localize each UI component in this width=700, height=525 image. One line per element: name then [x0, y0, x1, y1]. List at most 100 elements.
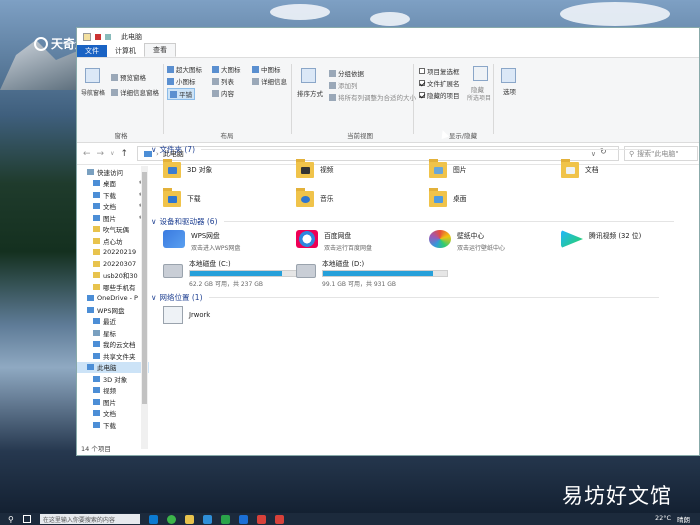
sidebar-item[interactable]: usb20和30 — [77, 270, 149, 282]
sidebar-item[interactable]: 3D 对象 — [77, 373, 149, 385]
sidebar-item[interactable]: 此电脑 — [77, 361, 149, 373]
sidebar-item[interactable]: 下载✱ — [77, 189, 149, 201]
layout-tiles[interactable]: 平铺 — [167, 88, 195, 100]
sidebar-scrollbar[interactable] — [141, 166, 148, 449]
quick-access-folder-icon[interactable] — [83, 32, 91, 41]
layout-details[interactable]: 详细信息 — [252, 76, 287, 86]
quick-access-new-folder-icon[interactable] — [105, 33, 111, 40]
sidebar-item-label: 文档 — [103, 203, 116, 212]
weather-temperature[interactable]: 22°C — [655, 514, 671, 524]
folder-icon — [163, 187, 181, 209]
network-location-jrwork[interactable]: Jrwork — [163, 306, 210, 324]
watermark-text: 易坊好文馆 — [562, 484, 672, 508]
app-icon[interactable] — [238, 514, 248, 524]
section-network[interactable]: ∨ 网络位置 (1) — [151, 292, 659, 303]
folder-pictures[interactable]: 图片 — [429, 158, 467, 180]
sidebar-item[interactable]: 视频 — [77, 385, 149, 397]
app-icon[interactable] — [274, 514, 284, 524]
sidebar-item[interactable]: 20220219 — [77, 247, 149, 259]
sort-by-button[interactable]: 排序方式 — [297, 88, 323, 98]
folder-3d-objects[interactable]: 3D 对象 — [163, 158, 212, 180]
item-checkboxes-toggle[interactable]: 项目复选框 — [419, 66, 460, 76]
ribbon-tabs: 文件 计算机 查看 — [77, 43, 699, 58]
forward-arrow-icon[interactable]: → — [97, 149, 105, 159]
sidebar-item[interactable]: 我的云文档 — [77, 339, 149, 351]
weather-status[interactable]: 晴朗 — [677, 514, 690, 524]
app-icon[interactable] — [202, 514, 212, 524]
add-columns-icon — [329, 81, 336, 89]
tab-view[interactable]: 查看 — [144, 43, 176, 57]
sidebar-item[interactable]: 哪些手机有 — [77, 281, 149, 293]
device-wallpaper-center[interactable]: 壁纸中心 双击运行壁纸中心 — [429, 230, 505, 252]
up-arrow-icon[interactable]: ↑ — [121, 149, 129, 159]
folder-music[interactable]: 音乐 — [296, 187, 334, 209]
layout-list[interactable]: 列表 — [212, 76, 234, 86]
file-extensions-toggle[interactable]: 文件扩展名 — [419, 78, 460, 88]
section-devices[interactable]: ∨ 设备和驱动器 (6) — [151, 216, 674, 227]
file-explorer-icon[interactable] — [184, 514, 194, 524]
sidebar-item[interactable]: 星标 — [77, 327, 149, 339]
scrollbar-thumb[interactable] — [142, 172, 147, 404]
sidebar-item[interactable]: 吹气玩偶 — [77, 224, 149, 236]
layout-small-icons[interactable]: 小图标 — [167, 76, 196, 86]
folder-label: 桌面 — [453, 195, 467, 203]
task-view-icon[interactable] — [22, 515, 31, 523]
sort-by-icon[interactable] — [301, 68, 316, 83]
sidebar-item[interactable]: 20220307 — [77, 258, 149, 270]
sidebar-item[interactable]: 快速访问 — [77, 166, 149, 178]
recent-locations-chevron-icon[interactable]: ∨ — [110, 150, 114, 157]
layout-medium-icons[interactable]: 中图标 — [252, 64, 281, 74]
tab-computer[interactable]: 计算机 — [107, 45, 144, 57]
quick-access-properties-icon[interactable] — [95, 33, 101, 40]
navigation-pane-button[interactable]: 导航窗格 — [81, 88, 105, 97]
tiles-icon — [170, 90, 177, 98]
folder-desktop[interactable]: 桌面 — [429, 187, 467, 209]
layout-extra-large-icons[interactable]: 超大图标 — [167, 64, 202, 74]
taskbar-search[interactable]: 在这里输入你要搜索的内容 — [39, 514, 140, 524]
add-columns-button[interactable]: 添加列 — [329, 80, 358, 90]
sidebar-item[interactable]: WPS网盘 — [77, 304, 149, 316]
wps-cloud-icon — [163, 230, 185, 248]
wechat-icon[interactable] — [220, 514, 230, 524]
tab-file[interactable]: 文件 — [77, 45, 107, 57]
wps-icon[interactable] — [256, 514, 266, 524]
device-wps-cloud[interactable]: WPS网盘 双击进入WPS网盘 — [163, 230, 240, 252]
folder-videos[interactable]: 视频 — [296, 158, 334, 180]
sidebar-item[interactable]: 最近 — [77, 316, 149, 328]
details-pane-button[interactable]: 详细信息窗格 — [111, 87, 159, 97]
folder-downloads[interactable]: 下载 — [163, 187, 201, 209]
sidebar-item[interactable]: 共享文件夹 — [77, 350, 149, 362]
edge-icon[interactable] — [148, 514, 158, 524]
navigation-pane-icon[interactable] — [85, 68, 100, 83]
hidden-items-checkbox[interactable] — [419, 92, 425, 98]
sidebar-item[interactable]: 图片✱ — [77, 212, 149, 224]
section-folders[interactable]: ∨ 文件夹 (7) — [151, 144, 652, 155]
sidebar-item[interactable]: 图片 — [77, 396, 149, 408]
preview-pane-button[interactable]: 预览窗格 — [111, 72, 146, 82]
back-arrow-icon[interactable]: ← — [83, 149, 91, 159]
drive-c[interactable]: 本地磁盘 (C:) 62.2 GB 可用，共 237 GB — [163, 258, 315, 288]
sidebar-item[interactable]: 桌面✱ — [77, 178, 149, 190]
layout-content[interactable]: 内容 — [212, 88, 234, 98]
layout-large-icons[interactable]: 大图标 — [212, 64, 241, 74]
device-tencent-video[interactable]: 腾讯视频 (32 位) — [561, 230, 641, 248]
browser-icon[interactable] — [166, 514, 176, 524]
options-button[interactable]: 选项 — [503, 86, 516, 96]
drive-d[interactable]: 本地磁盘 (D:) 99.1 GB 可用，共 931 GB — [296, 258, 448, 288]
device-description: 双击进入WPS网盘 — [191, 245, 241, 252]
file-extensions-checkbox[interactable] — [419, 80, 425, 86]
options-icon[interactable] — [501, 68, 516, 83]
sidebar-item[interactable]: 点心坊 — [77, 235, 149, 247]
device-baidu-netdisk[interactable]: 百度网盘 双击运行百度网盘 — [296, 230, 372, 252]
fit-columns-button[interactable]: 将所有列调整为合适的大小 — [329, 92, 416, 102]
group-by-button[interactable]: 分组依据 — [329, 68, 364, 78]
hidden-items-toggle[interactable]: 隐藏的项目 — [419, 90, 460, 100]
item-checkboxes-checkbox[interactable] — [419, 68, 425, 74]
folder-documents[interactable]: 文档 — [561, 158, 599, 180]
sidebar-item[interactable]: 下载 — [77, 419, 149, 431]
sidebar-item[interactable]: 文档✱ — [77, 201, 149, 213]
sidebar-item[interactable]: OneDrive - P — [77, 293, 149, 305]
search-icon[interactable]: ⚲ — [8, 515, 14, 524]
hide-selected-icon[interactable] — [473, 66, 488, 81]
sidebar-item[interactable]: 文档 — [77, 408, 149, 420]
